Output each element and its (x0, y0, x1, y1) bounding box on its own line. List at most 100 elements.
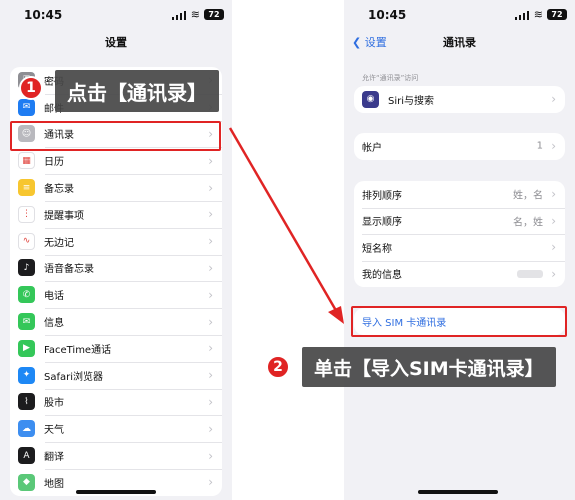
battery-icon: 72 (204, 9, 224, 20)
stocks-icon: ⌇ (18, 393, 35, 411)
chevron-right-icon: › (551, 92, 556, 107)
settings-row-label: 无边记 (44, 237, 74, 249)
settings-row[interactable]: ∿ 无边记 › (10, 227, 222, 255)
sort-order-label: 排列顺序 (362, 190, 402, 202)
settings-row[interactable]: ≡ 备忘录 › (10, 174, 222, 201)
chevron-right-icon: › (208, 287, 213, 302)
sort-order-value: 姓，名 (513, 190, 543, 202)
wifi-icon: ≋ (190, 8, 200, 21)
arrow-head-icon (328, 306, 344, 324)
settings-row-label: 电话 (44, 291, 64, 303)
status-time: 10:45 (368, 8, 407, 22)
chevron-right-icon: › (551, 240, 556, 255)
settings-row-label: 日历 (44, 157, 64, 169)
chevron-right-icon: › (208, 368, 213, 383)
chevron-right-icon: › (551, 213, 556, 228)
siri-icon: ◉ (362, 90, 379, 108)
sort-order-row[interactable]: 排列顺序 姓，名 › (354, 181, 565, 208)
settings-row[interactable]: ▦ 日历 › (10, 147, 222, 174)
chevron-right-icon: › (208, 260, 213, 275)
display-options-group: 排列顺序 姓，名 › 显示顺序 名，姓 › 短名称 › 我的信息 › (354, 181, 565, 287)
access-caption: 允许“通讯录”访问 (362, 74, 419, 82)
settings-row[interactable]: ♪ 语音备忘录 › (10, 254, 222, 282)
maps-icon: ◆ (18, 473, 35, 491)
my-info-row[interactable]: 我的信息 › (354, 260, 565, 288)
home-indicator (418, 490, 498, 494)
home-indicator (76, 490, 156, 494)
settings-row[interactable]: A 翻译 › (10, 442, 222, 469)
settings-row[interactable]: ▶ FaceTime通话 › (10, 334, 222, 362)
page-title: 设置 (105, 36, 127, 49)
my-info-value-redacted (517, 269, 543, 278)
chevron-right-icon: › (551, 139, 556, 154)
status-bar: 10:45 ≋ 72 (344, 0, 575, 30)
settings-row-label: 提醒事项 (44, 210, 84, 222)
chevron-right-icon: › (208, 421, 213, 436)
step2-callout-text: 单击【导入SIM卡通讯录】 (314, 357, 544, 380)
weather-icon: ☁ (18, 420, 35, 438)
settings-row-label: 备忘录 (44, 184, 74, 196)
mail-icon: ✉ (18, 98, 35, 116)
settings-row-label: 股市 (44, 398, 64, 410)
messages-icon: ✉ (18, 313, 35, 331)
safari-icon: ✦ (18, 366, 35, 384)
settings-row[interactable]: ✉ 信息 › (10, 308, 222, 335)
short-name-label: 短名称 (362, 243, 392, 255)
freeform-icon: ∿ (18, 232, 35, 250)
settings-row-label: 信息 (44, 318, 64, 330)
guide-arrow-line (228, 127, 340, 315)
cellular-signal-icon (172, 11, 186, 20)
chevron-right-icon: › (208, 153, 213, 168)
siri-group: ◉ Siri与搜索 › (354, 86, 565, 113)
wifi-icon: ≋ (533, 8, 543, 21)
settings-row[interactable]: ✦ Safari浏览器 › (10, 361, 222, 389)
settings-row-label: FaceTime通话 (44, 344, 112, 356)
facetime-icon: ▶ (18, 339, 35, 357)
translate-icon: A (18, 447, 35, 465)
phone-icon: ✆ (18, 286, 35, 304)
my-info-label: 我的信息 (362, 270, 402, 282)
settings-row[interactable]: ✆ 电话 › (10, 281, 222, 308)
voice-memo-icon: ♪ (18, 259, 35, 277)
siri-search-row[interactable]: ◉ Siri与搜索 › (354, 86, 565, 113)
settings-row-label: Safari浏览器 (44, 371, 104, 383)
step1-callout-text: 点击【通讯录】 (67, 80, 207, 105)
display-order-row[interactable]: 显示顺序 名，姓 › (354, 207, 565, 235)
settings-row-label: 地图 (44, 478, 64, 490)
short-name-row[interactable]: 短名称 › (354, 234, 565, 261)
highlight-contacts-row (10, 121, 221, 151)
chevron-right-icon: › (208, 180, 213, 195)
siri-search-label: Siri与搜索 (388, 95, 435, 107)
chevron-right-icon: › (208, 207, 213, 222)
calendar-icon: ▦ (18, 152, 35, 170)
accounts-count: 1 (536, 140, 543, 152)
step1-callout: 点击【通讯录】 (55, 70, 219, 112)
settings-row[interactable]: ⋮ 提醒事项 › (10, 200, 222, 228)
display-order-label: 显示顺序 (362, 217, 402, 229)
chevron-right-icon: › (208, 448, 213, 463)
settings-row[interactable]: ☁ 天气 › (10, 415, 222, 442)
chevron-right-icon: › (551, 266, 556, 281)
settings-row-label: 语音备忘录 (44, 264, 94, 276)
accounts-label: 帐户 (362, 142, 382, 154)
accounts-row[interactable]: 帐户 1 › (354, 133, 565, 160)
notes-icon: ≡ (18, 179, 35, 197)
status-time: 10:45 (24, 8, 63, 22)
settings-row-label: 翻译 (44, 452, 64, 464)
step2-badge: 2 (266, 355, 290, 379)
status-bar: 10:45 ≋ 72 (0, 0, 232, 30)
settings-row-label: 天气 (44, 425, 64, 437)
settings-row[interactable]: ⌇ 股市 › (10, 388, 222, 416)
display-order-value: 名，姓 (513, 217, 543, 229)
step1-badge: 1 (19, 76, 43, 100)
chevron-right-icon: › (208, 314, 213, 329)
chevron-right-icon: › (208, 394, 213, 409)
highlight-import-sim-row (351, 306, 567, 337)
page-title: 通讯录 (443, 36, 476, 49)
chevron-right-icon: › (208, 234, 213, 249)
chevron-right-icon: › (208, 341, 213, 356)
cellular-signal-icon (515, 11, 529, 20)
accounts-group: 帐户 1 › (354, 133, 565, 160)
reminders-icon: ⋮ (18, 205, 35, 223)
contacts-settings-screen: 10:45 ≋ 72 ❮ 设置 通讯录 允许“通讯录”访问 ◉ Siri与搜索 … (344, 0, 575, 500)
